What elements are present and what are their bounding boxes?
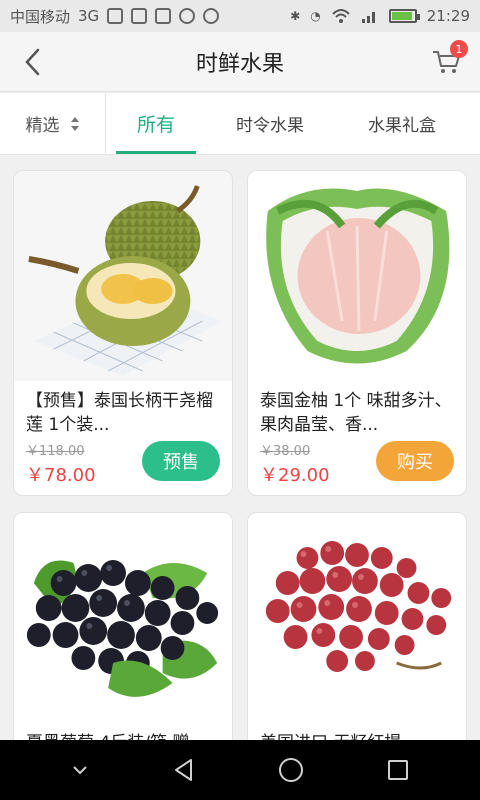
- sort-label: 精选: [25, 116, 60, 136]
- product-card[interactable]: 【预售】泰国长柄干尧榴莲 1个装... ￥118.00 ￥78.00 预售: [13, 170, 233, 496]
- sale-price: ￥78.00: [26, 465, 96, 486]
- tab-seasonal[interactable]: 时令水果: [206, 93, 334, 154]
- signal-icon: [361, 12, 375, 23]
- product-card[interactable]: 泰国金柚 1个 味甜多汁、果肉晶莹、香... ￥38.00 ￥29.00 购买: [247, 170, 467, 496]
- chevron-left-icon: [25, 48, 40, 76]
- tab-gift-box[interactable]: 水果礼盒: [334, 93, 470, 154]
- photo-icon: [179, 8, 196, 24]
- sale-price: ￥29.00: [260, 465, 330, 486]
- wifi-icon: [332, 9, 350, 23]
- product-name: 美国进口 无籽红提...: [248, 723, 466, 740]
- red-grapes-image: [248, 513, 466, 723]
- tab-seasonal-label: 时令水果: [236, 116, 304, 136]
- app-header: 时鲜水果 1: [0, 32, 480, 92]
- durian-image: [14, 171, 232, 381]
- chat-icon: [203, 8, 220, 24]
- recents-square-icon[interactable]: [386, 758, 410, 782]
- product-card[interactable]: 美国进口 无籽红提...: [247, 512, 467, 740]
- battery-icon: [388, 9, 420, 23]
- product-name: 夏黑葡萄 4斤装/箱 赠...: [14, 723, 232, 740]
- system-nav-bar: [0, 740, 480, 800]
- original-price: ￥118.00: [26, 444, 85, 459]
- chevron-down-icon[interactable]: [70, 763, 90, 777]
- network-type: 3G: [78, 7, 100, 25]
- sort-dropdown[interactable]: 精选: [0, 93, 106, 154]
- back-button[interactable]: [14, 44, 50, 80]
- product-grid: 【预售】泰国长柄干尧榴莲 1个装... ￥118.00 ￥78.00 预售 泰国…: [13, 170, 467, 740]
- buy-button[interactable]: 购买: [376, 441, 454, 481]
- sim-icon: [107, 8, 124, 24]
- carrier-label: 中国移动: [10, 7, 71, 26]
- original-price: ￥38.00: [260, 444, 311, 459]
- tab-all-label: 所有: [136, 114, 175, 136]
- status-bar: 中国移动 3G ✱ ◔ 21:29: [0, 0, 480, 32]
- cart-badge: 1: [450, 40, 468, 58]
- price-block: ￥38.00 ￥29.00: [260, 440, 330, 487]
- page-title: 时鲜水果: [195, 51, 284, 77]
- sort-arrows-icon: [70, 116, 79, 131]
- alarm-icon: ◔: [310, 9, 321, 23]
- product-name: 泰国金柚 1个 味甜多汁、果肉晶莹、香...: [260, 391, 452, 435]
- back-triangle-icon[interactable]: [171, 757, 197, 783]
- tab-gift-box-label: 水果礼盒: [368, 116, 436, 136]
- image-icon: [131, 8, 148, 24]
- clipboard-icon: [155, 8, 172, 24]
- price-block: ￥118.00 ￥78.00: [26, 440, 96, 487]
- product-card[interactable]: 夏黑葡萄 4斤装/箱 赠...: [13, 512, 233, 740]
- product-name: 【预售】泰国长柄干尧榴莲 1个装...: [26, 391, 213, 435]
- black-grapes-image: [14, 513, 232, 723]
- filter-bar: 精选 所有 时令水果 水果礼盒: [0, 93, 480, 155]
- clock: 21:29: [426, 7, 470, 25]
- home-circle-icon[interactable]: [277, 756, 305, 784]
- cart-button[interactable]: 1: [426, 40, 468, 80]
- bluetooth-icon: ✱: [290, 9, 301, 23]
- tab-all[interactable]: 所有: [106, 93, 206, 154]
- pomelo-image: [248, 171, 466, 381]
- presale-button[interactable]: 预售: [142, 441, 220, 481]
